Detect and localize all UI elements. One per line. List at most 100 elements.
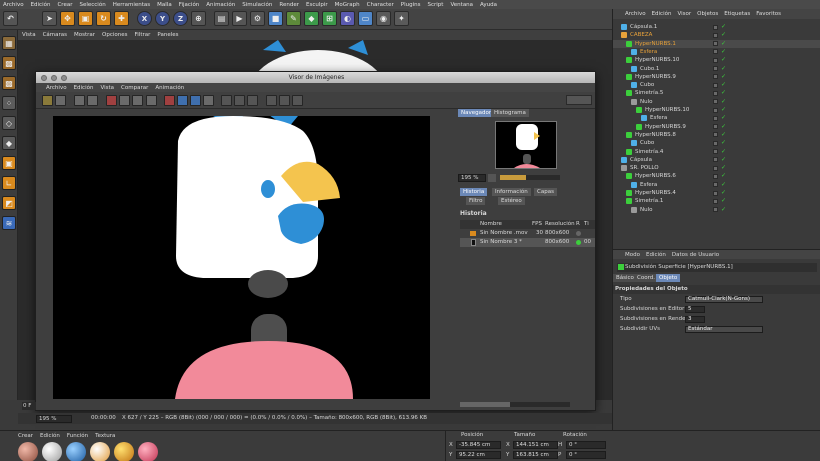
- visibility-toggle[interactable]: [713, 149, 718, 154]
- material-ball[interactable]: [18, 442, 38, 461]
- subdiv-editor-input[interactable]: 5: [685, 306, 705, 313]
- texture-mode-button[interactable]: ▩: [2, 76, 16, 90]
- enabled-check-icon[interactable]: ✓: [721, 206, 726, 214]
- edges-mode-button[interactable]: ◇: [2, 116, 16, 130]
- subdiv-render-input[interactable]: 3: [685, 316, 705, 323]
- tab-histograma[interactable]: Histograma: [491, 109, 529, 117]
- tab-objeto[interactable]: Objeto: [656, 274, 681, 282]
- om-menu-item-1[interactable]: Edición: [652, 11, 672, 17]
- pv-menu-item-4[interactable]: Animación: [155, 85, 184, 91]
- menu-item-6[interactable]: Fijación: [179, 2, 200, 8]
- visibility-toggle[interactable]: [713, 157, 718, 163]
- om-menu-item-5[interactable]: Favoritos: [756, 11, 781, 17]
- position-x-input[interactable]: -35.845 cm: [456, 441, 501, 449]
- subdivision-button[interactable]: ◆: [304, 11, 319, 26]
- split-horizontal-button[interactable]: [190, 95, 201, 106]
- tab-capas[interactable]: Capas: [534, 188, 557, 196]
- pv-menu-item-2[interactable]: Vista: [100, 85, 114, 91]
- object-row[interactable]: HyperNURBS.8 ✓: [613, 131, 820, 139]
- object-row[interactable]: Esfera ✓: [613, 114, 820, 122]
- zoom-slider[interactable]: [500, 175, 560, 180]
- layout-button[interactable]: ≋: [2, 216, 16, 230]
- loop-button[interactable]: [266, 95, 277, 106]
- open-file-button[interactable]: [42, 95, 53, 106]
- history-scrollbar[interactable]: [460, 402, 570, 407]
- undo-button[interactable]: ↶: [3, 11, 18, 26]
- object-row[interactable]: Nulo ✓: [613, 206, 820, 214]
- picture-viewer-window[interactable]: Visor de Imágenes Archivo Edición Vista Com…: [35, 71, 596, 411]
- material-ball[interactable]: [66, 442, 86, 461]
- visibility-toggle[interactable]: [713, 173, 718, 179]
- tab-filtro[interactable]: Filtro: [466, 197, 486, 205]
- object-row[interactable]: Cápsula.1 ✓: [613, 23, 820, 31]
- snap-button[interactable]: ∟: [2, 176, 16, 190]
- enabled-check-icon[interactable]: ✓: [721, 56, 726, 64]
- floor-button[interactable]: ▭: [358, 11, 373, 26]
- status-zoom-field[interactable]: 195 %: [36, 415, 72, 423]
- object-row[interactable]: Simetría.4 ✓: [613, 148, 820, 156]
- split-vertical-button[interactable]: [177, 95, 188, 106]
- object-row[interactable]: Esfera ✓: [613, 48, 820, 56]
- menu-item-10[interactable]: Esculpir: [306, 2, 328, 8]
- rotation-h-input[interactable]: 0 °: [566, 441, 606, 449]
- swap-button[interactable]: [203, 95, 214, 106]
- menu-item-14[interactable]: Script: [428, 2, 444, 8]
- visibility-toggle[interactable]: [713, 198, 718, 204]
- visibility-toggle[interactable]: [713, 24, 718, 30]
- navigator-thumbnail[interactable]: [495, 121, 557, 169]
- visibility-toggle[interactable]: [713, 90, 718, 96]
- prev-frame-button[interactable]: [221, 95, 232, 106]
- am-menu-item-0[interactable]: Modo: [625, 252, 640, 258]
- object-row[interactable]: Cubo.1 ✓: [613, 65, 820, 73]
- menu-item-4[interactable]: Herramientas: [113, 2, 150, 8]
- menu-item-8[interactable]: Simulación: [242, 2, 272, 8]
- zoom-stepper[interactable]: [488, 173, 496, 182]
- object-row[interactable]: Simetría.5 ✓: [613, 89, 820, 97]
- region-render-button[interactable]: [119, 95, 130, 106]
- scrollbar-thumb[interactable]: [460, 402, 510, 407]
- ab-button[interactable]: [164, 95, 175, 106]
- play-button[interactable]: [234, 95, 245, 106]
- tab-coord[interactable]: Coord.: [634, 274, 658, 282]
- visibility-toggle[interactable]: [713, 190, 718, 196]
- move-add-button[interactable]: ✚: [114, 11, 129, 26]
- size-x-input[interactable]: 144.151 cm: [513, 441, 558, 449]
- object-row[interactable]: Cubo ✓: [613, 81, 820, 89]
- visibility-toggle[interactable]: [713, 49, 718, 55]
- om-menu-item-3[interactable]: Objetos: [697, 11, 718, 17]
- polygons-mode-button[interactable]: ◆: [2, 136, 16, 150]
- enabled-check-icon[interactable]: ✓: [721, 98, 726, 106]
- enabled-check-icon[interactable]: ✓: [721, 81, 726, 89]
- subdiv-uvs-dropdown[interactable]: Estándar: [685, 326, 763, 333]
- y-axis-button[interactable]: Y: [155, 11, 170, 26]
- marker-button[interactable]: [292, 95, 303, 106]
- deformer-button[interactable]: ◐: [340, 11, 355, 26]
- visibility-toggle[interactable]: [713, 41, 718, 47]
- rotation-p-input[interactable]: 0 °: [566, 451, 606, 459]
- menu-item-15[interactable]: Ventana: [450, 2, 473, 8]
- render-settings-pv-button[interactable]: [132, 95, 143, 106]
- render-settings-button[interactable]: ⚙: [250, 11, 265, 26]
- object-row[interactable]: SR. POLLO ✓: [613, 164, 820, 172]
- material-ball[interactable]: [90, 442, 110, 461]
- tab-estereo[interactable]: Estéreo: [498, 197, 525, 205]
- render-canvas[interactable]: [53, 116, 430, 399]
- am-menu-item-1[interactable]: Edición: [646, 252, 666, 258]
- enabled-check-icon[interactable]: ✓: [721, 89, 726, 97]
- viewport-menu-item-4[interactable]: Filtrar: [135, 32, 151, 38]
- pv-menu-item-0[interactable]: Archivo: [46, 85, 67, 91]
- save-all-button[interactable]: [87, 95, 98, 106]
- object-row[interactable]: HyperNURBS.6 ✓: [613, 172, 820, 180]
- menu-item-16[interactable]: Ayuda: [480, 2, 497, 8]
- move-tool-button[interactable]: ✥: [60, 11, 75, 26]
- material-ball[interactable]: [114, 442, 134, 461]
- object-row[interactable]: Cápsula ✓: [613, 156, 820, 164]
- visibility-toggle[interactable]: [713, 182, 718, 188]
- tipo-dropdown[interactable]: Catmull-Clark(N-Gons): [685, 296, 763, 303]
- enabled-check-icon[interactable]: ✓: [721, 164, 726, 172]
- visibility-toggle[interactable]: [713, 115, 718, 121]
- object-row[interactable]: HyperNURBS.9 ✓: [613, 73, 820, 81]
- object-row[interactable]: HyperNURBS.1 ✓: [613, 39, 820, 48]
- light-button[interactable]: ✦: [394, 11, 409, 26]
- am-menu-item-2[interactable]: Datos de Usuario: [672, 252, 719, 258]
